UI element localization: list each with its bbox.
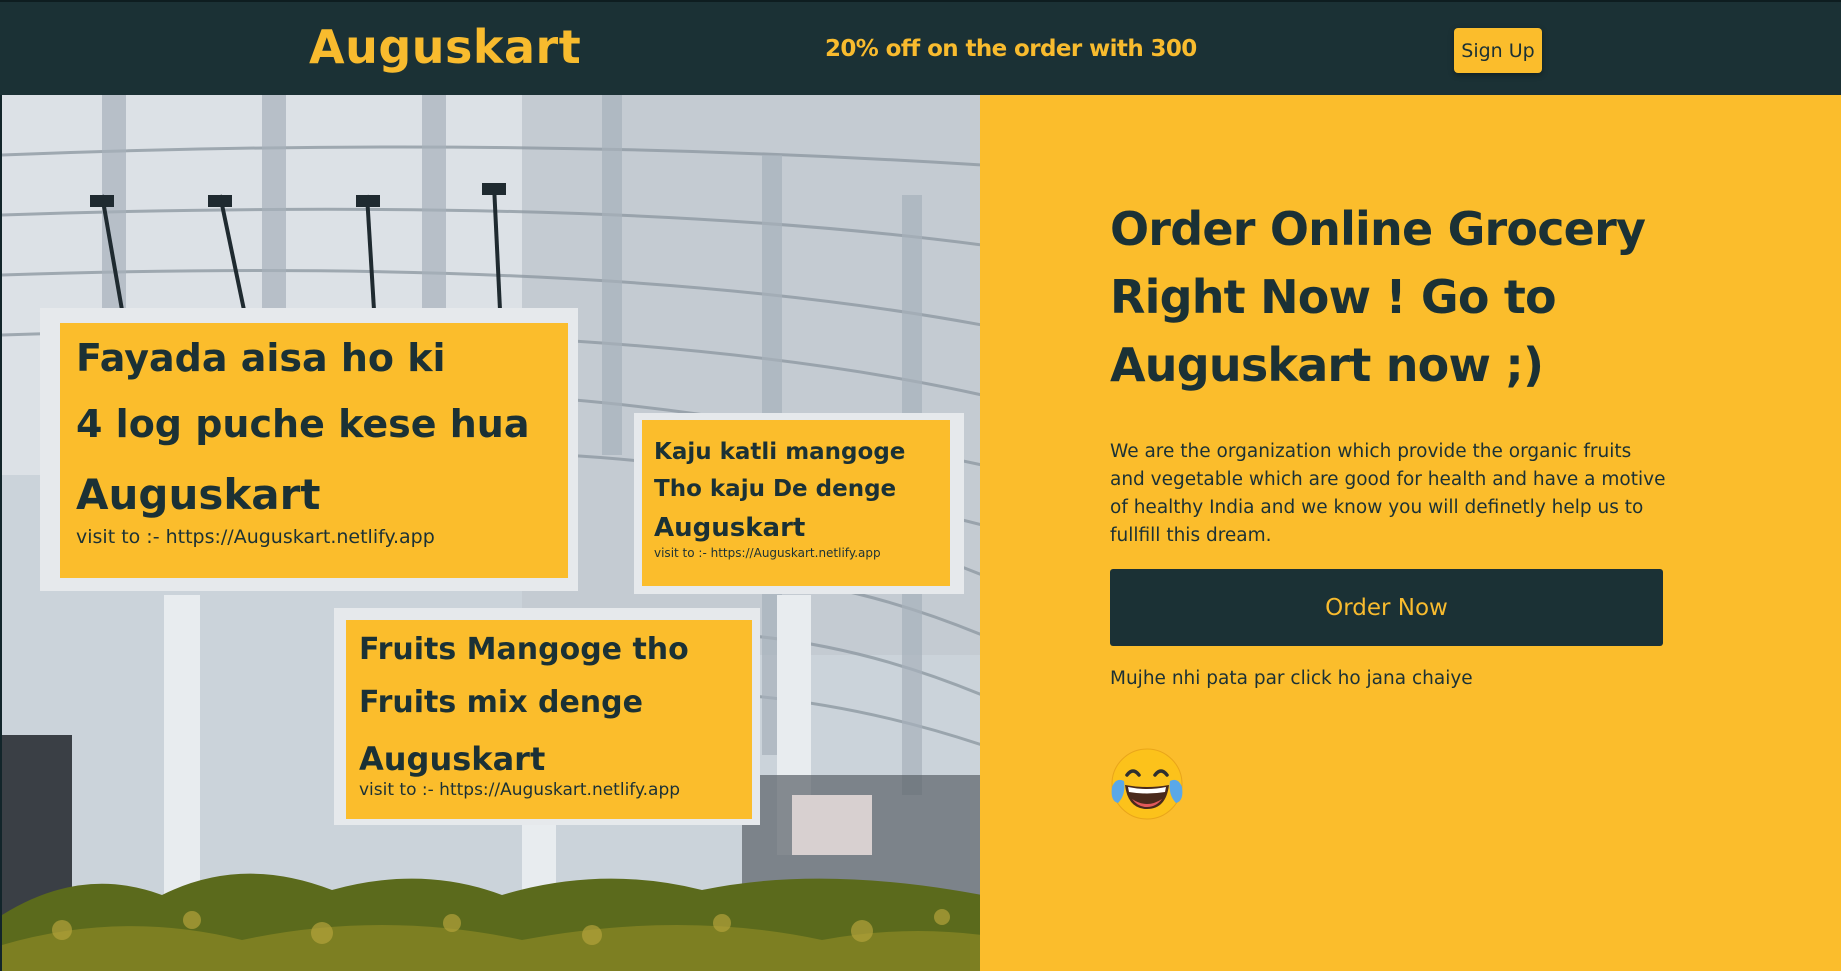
billboard3-brand: Auguskart [359,740,545,778]
billboard1-line1: Fayada aisa ho ki [76,336,446,380]
billboard2-url: visit to :- https://Auguskart.netlify.ap… [654,546,881,560]
sign-up-button[interactable]: Sign Up [1454,28,1542,73]
headline-line-1: Order Online Grocery [1110,202,1646,256]
order-now-button[interactable]: Order Now [1110,569,1663,646]
billboard1-brand: Auguskart [76,470,320,519]
billboard3-line1: Fruits Mangoge tho [359,632,689,667]
site-logo[interactable]: Auguskart [309,20,581,74]
billboard2-line2: Tho kaju De denge [654,476,896,502]
click-note: Mujhe nhi pata par click ho jana chaiye [1110,668,1473,689]
hero-description: We are the organization which provide th… [1110,441,1666,546]
billboard2-line1: Kaju katli mangoge [654,439,905,465]
hero-headline: Order Online Grocery Right Now ! Go to A… [1110,195,1670,399]
top-navbar: Auguskart 20% off on the order with 300 … [0,0,1841,95]
billboard-photo: Fayada aisa ho ki 4 log puche kese hua A… [2,95,980,971]
billboard3-line2: Fruits mix denge [359,685,643,720]
billboard3-url: visit to :- https://Auguskart.netlify.ap… [359,780,680,800]
headline-line-2: Right Now ! Go to [1110,270,1557,324]
billboard1-url: visit to :- https://Auguskart.netlify.ap… [76,526,435,548]
billboard1-line2: 4 log puche kese hua [76,402,529,446]
hero-billboard-image: Fayada aisa ho ki 4 log puche kese hua A… [0,95,980,971]
face-with-tears-of-joy-icon [1111,748,1183,820]
offer-banner: 20% off on the order with 300 [825,36,1197,62]
billboard2-brand: Auguskart [654,513,805,543]
headline-line-3: Auguskart now ;) [1110,338,1544,392]
hero-content: Order Online Grocery Right Now ! Go to A… [980,95,1841,971]
